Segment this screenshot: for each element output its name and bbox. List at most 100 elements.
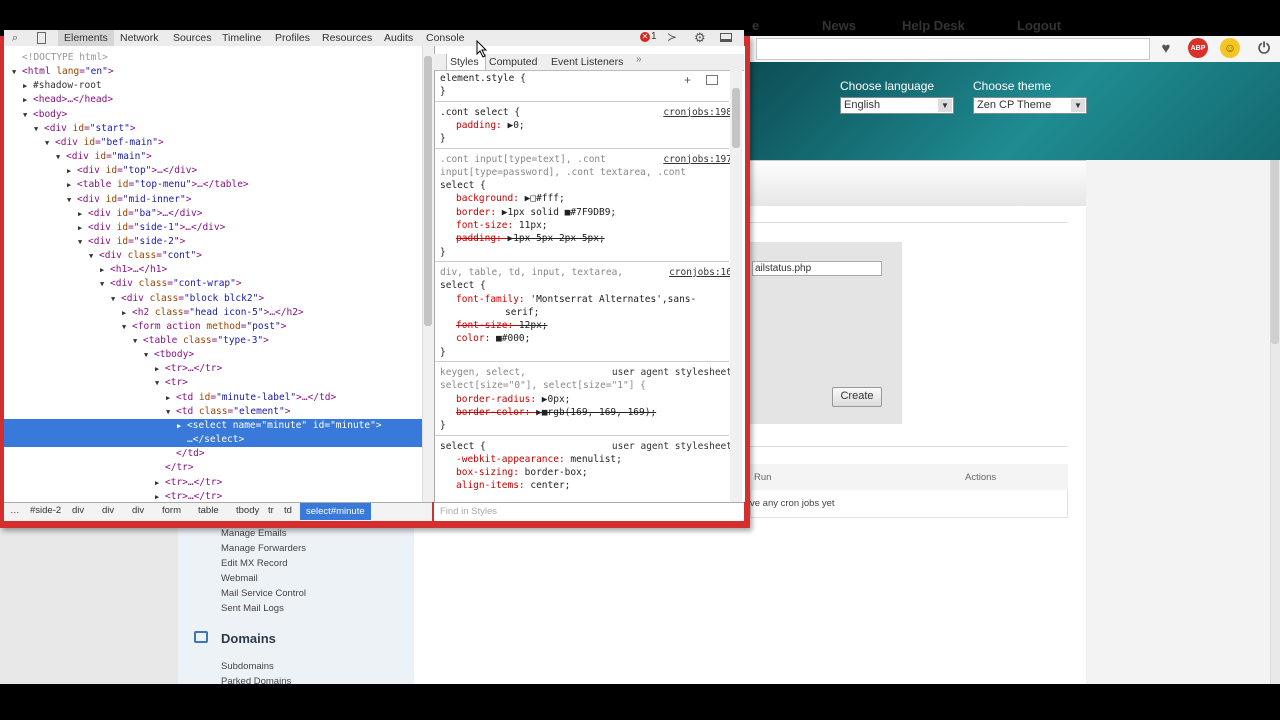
add-rule-icon[interactable]: + xyxy=(684,73,691,87)
dom-node[interactable]: ▶ <h2 class="head icon-5">…</h2> xyxy=(4,306,304,320)
search-icon[interactable]: ⌕ xyxy=(12,32,18,45)
css-property[interactable]: border-color: ▶■rgb(169, 169, 169); xyxy=(456,406,736,419)
css-property[interactable]: font-size: 12px; xyxy=(456,319,736,332)
collapsed-triangle-icon[interactable]: ▶ xyxy=(78,207,88,221)
css-selector[interactable]: element.style { xyxy=(440,72,720,85)
css-property[interactable]: -webkit-appearance: menulist; xyxy=(456,453,736,466)
dom-node[interactable]: ▶ <div id="top">…</div> xyxy=(4,164,197,178)
address-bar[interactable] xyxy=(756,38,1150,60)
tab-timeline[interactable]: Timeline xyxy=(222,30,261,46)
dom-node[interactable]: ▶ <table id="top-menu">…</table> xyxy=(4,178,249,192)
styles-scrollbar-thumb[interactable] xyxy=(732,88,740,148)
css-selector[interactable]: .cont select {cronjobs:198 xyxy=(440,106,732,119)
breadcrumb-item[interactable]: td xyxy=(284,505,292,516)
rule-source-link[interactable]: cronjobs:197 xyxy=(663,153,732,166)
css-selector[interactable]: div, table, td, input, textarea, cronjobs… xyxy=(440,266,732,279)
breadcrumb-item[interactable]: div xyxy=(132,505,144,516)
dom-node[interactable]: ▼ <div id="side-2"> xyxy=(4,235,185,249)
breadcrumb-item[interactable]: table xyxy=(198,505,219,516)
expanded-triangle-icon[interactable]: ▼ xyxy=(89,249,99,263)
collapsed-triangle-icon[interactable]: ▶ xyxy=(177,419,187,433)
css-property[interactable]: padding: ▶0; xyxy=(456,119,736,132)
device-mode-icon[interactable] xyxy=(37,32,46,44)
css-property[interactable]: border: ▶1px solid ■#7F9DB9; xyxy=(456,206,736,219)
breadcrumb-item[interactable]: tr xyxy=(268,505,274,516)
dom-node-selected[interactable]: ▶ <select name="minute" id="minute"> xyxy=(4,418,422,433)
collapsed-triangle-icon[interactable]: ▶ xyxy=(100,263,110,277)
expanded-triangle-icon[interactable]: ▼ xyxy=(100,277,110,291)
toggle-state-icon[interactable] xyxy=(706,75,718,85)
expanded-triangle-icon[interactable]: ▼ xyxy=(67,193,77,207)
css-selector[interactable]: input[type=password], .cont textarea, .c… xyxy=(440,166,720,179)
language-select[interactable]: English ▼ xyxy=(840,97,954,114)
dock-icon[interactable] xyxy=(720,33,732,42)
expanded-triangle-icon[interactable]: ▼ xyxy=(111,292,121,306)
create-button[interactable]: Create xyxy=(832,387,882,407)
expanded-triangle-icon[interactable]: ▼ xyxy=(133,334,143,348)
collapsed-triangle-icon[interactable]: ▶ xyxy=(155,476,165,490)
collapsed-triangle-icon[interactable]: ▶ xyxy=(155,490,165,502)
dom-node[interactable]: ▼ <div id="main"> xyxy=(4,150,152,164)
dom-node[interactable]: ▼ <tr> xyxy=(4,376,188,390)
collapsed-triangle-icon[interactable]: ▶ xyxy=(78,221,88,235)
nav-item-logout[interactable]: Logout xyxy=(1017,18,1061,33)
adblock-icon[interactable]: ABP xyxy=(1188,38,1208,58)
tab-audits[interactable]: Audits xyxy=(384,30,413,46)
nav-item-news[interactable]: News xyxy=(822,18,856,33)
console-drawer-icon[interactable]: ≻ xyxy=(667,30,677,44)
dom-node-selected[interactable]: …</select> xyxy=(4,433,422,448)
error-icon[interactable]: ✕ xyxy=(640,32,650,42)
find-in-styles-input[interactable]: Find in Styles xyxy=(434,502,744,521)
dom-node[interactable]: <!DOCTYPE html> xyxy=(4,51,108,65)
css-selector[interactable]: .cont input[type=text], .cont cronjobs:19… xyxy=(440,153,732,166)
css-selector[interactable]: select {user agent stylesheet xyxy=(440,440,732,453)
collapsed-triangle-icon[interactable]: ▶ xyxy=(67,164,77,178)
tab-network[interactable]: Network xyxy=(120,30,159,46)
css-property[interactable]: border-radius: ▶0px; xyxy=(456,393,736,406)
dom-node[interactable]: ▶ <tr>…</tr> xyxy=(4,476,222,490)
tab-sources[interactable]: Sources xyxy=(173,30,212,46)
gear-icon[interactable]: ⚙ xyxy=(694,30,706,46)
expanded-triangle-icon[interactable]: ▼ xyxy=(144,348,154,362)
theme-select[interactable]: Zen CP Theme ▼ xyxy=(973,97,1087,114)
sidebar-link[interactable]: Edit MX Record xyxy=(221,558,288,569)
sidebar-link[interactable]: Webmail xyxy=(221,573,258,584)
sidebar-link[interactable]: Subdomains xyxy=(221,661,274,672)
css-property[interactable]: font-family: 'Montserrat Alternates',san… xyxy=(456,293,736,306)
css-selector[interactable]: select[size="0"], select[size="1"] { xyxy=(440,379,720,392)
css-property[interactable]: font-size: 11px; xyxy=(456,219,736,232)
tab-computed[interactable]: Computed xyxy=(489,56,537,68)
sidebar-link[interactable]: Mail Service Control xyxy=(221,588,306,599)
overflow-icon[interactable]: » xyxy=(636,54,642,65)
expanded-triangle-icon[interactable]: ▼ xyxy=(155,376,165,390)
dom-node[interactable]: ▼ <body> xyxy=(4,108,67,122)
collapsed-triangle-icon[interactable]: ▶ xyxy=(23,79,33,93)
css-selector[interactable]: select { xyxy=(440,179,720,192)
tab-styles[interactable]: Styles xyxy=(450,56,479,68)
dom-scrollbar-thumb[interactable] xyxy=(424,56,432,326)
rule-source-link[interactable]: cronjobs:16 xyxy=(669,266,732,279)
dom-node[interactable]: ▼ <div class="block blck2"> xyxy=(4,292,264,306)
dom-node[interactable]: ▶ <div id="side-1">…</div> xyxy=(4,221,225,235)
breadcrumb-item[interactable]: #side-2 xyxy=(30,505,61,516)
expanded-triangle-icon[interactable]: ▼ xyxy=(45,136,55,150)
css-property[interactable]: background: ▶□#fff; xyxy=(456,192,736,205)
sidebar-link[interactable]: Manage Forwarders xyxy=(221,543,306,554)
collapsed-triangle-icon[interactable]: ▶ xyxy=(166,391,176,405)
dom-node[interactable]: ▼ <html lang="en"> xyxy=(4,65,114,79)
sidebar-link[interactable]: Manage Emails xyxy=(221,528,286,539)
expanded-triangle-icon[interactable]: ▼ xyxy=(78,235,88,249)
expanded-triangle-icon[interactable]: ▼ xyxy=(12,65,22,79)
nav-item-partial[interactable]: e xyxy=(752,18,759,33)
rule-source-link[interactable]: cronjobs:198 xyxy=(663,106,732,119)
dom-node[interactable]: ▼ <div class="cont-wrap"> xyxy=(4,277,242,291)
breadcrumb-item[interactable]: tbody xyxy=(236,505,259,516)
expanded-triangle-icon[interactable]: ▼ xyxy=(166,405,176,419)
command-input[interactable]: ailstatus.php xyxy=(752,261,882,276)
dom-node[interactable]: ▼ <div class="cont"> xyxy=(4,249,202,263)
dom-node[interactable]: ▶ <head>…</head> xyxy=(4,93,113,107)
dom-node[interactable]: ▼ <div id="start"> xyxy=(4,122,136,136)
dom-node[interactable]: ▼ <div id="bef-main"> xyxy=(4,136,164,150)
collapsed-triangle-icon[interactable]: ▶ xyxy=(155,362,165,376)
dom-node[interactable]: ▶ <tr>…</tr> xyxy=(4,362,222,376)
